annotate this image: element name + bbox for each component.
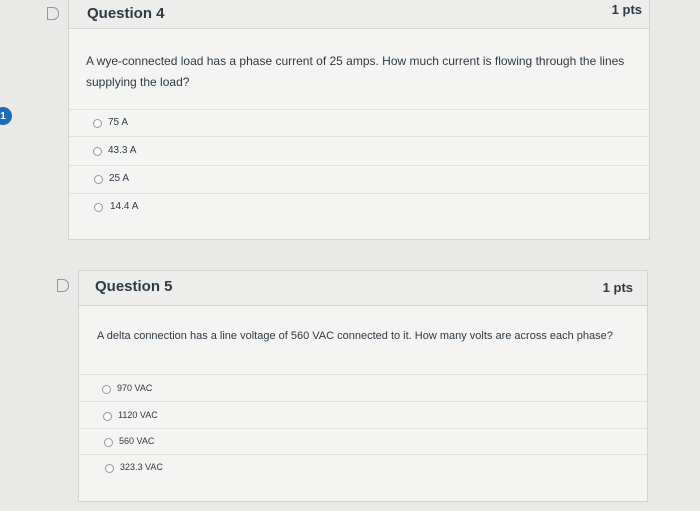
question-4-title: Question 4 (87, 5, 165, 22)
question-5-text: A delta connection has a line voltage of… (97, 330, 613, 342)
answer-label: 14.4 A (110, 201, 139, 212)
answer-label: 25 A (109, 173, 130, 184)
unanswered-count-badge: 1 (0, 107, 12, 125)
question-4-answer-1[interactable]: 75 A (69, 109, 649, 137)
question-4-answer-3[interactable]: 25 A (69, 165, 649, 193)
answer-radio[interactable] (93, 119, 102, 128)
question-5-title: Question 5 (95, 278, 173, 295)
question-5-answer-4[interactable]: 323.3 VAC (79, 454, 647, 482)
answer-label: 560 VAC (119, 436, 155, 446)
answer-label: 1120 VAC (118, 410, 158, 420)
question-5-header: Question 5 1 pts (79, 271, 647, 306)
question-4-card: Question 4 1 pts A wye-connected load ha… (68, 0, 650, 240)
answer-radio[interactable] (103, 412, 112, 421)
answer-radio[interactable] (94, 203, 103, 212)
answer-radio[interactable] (104, 438, 113, 447)
question-4-points: 1 pts (611, 2, 642, 17)
question-4-text: A wye-connected load has a phase current… (86, 54, 625, 89)
question-5-points: 1 pts (602, 280, 633, 295)
question-4-answer-4[interactable]: 14.4 A (69, 193, 649, 221)
answer-label: 323.3 VAC (120, 462, 163, 472)
question-5-answer-2[interactable]: 1120 VAC (79, 401, 647, 429)
answer-radio[interactable] (105, 464, 114, 473)
question-5-answer-3[interactable]: 560 VAC (79, 428, 647, 456)
answer-radio[interactable] (93, 147, 102, 156)
answer-radio[interactable] (94, 175, 103, 184)
question-4-answer-2[interactable]: 43.3 A (69, 136, 649, 164)
answer-label: 970 VAC (117, 383, 153, 393)
flag-question-5-icon[interactable] (57, 279, 69, 292)
question-4-header: Question 4 1 pts (69, 0, 649, 29)
answer-label: 75 A (108, 117, 129, 128)
answer-radio[interactable] (102, 385, 111, 394)
question-5-answer-1[interactable]: 970 VAC (79, 374, 647, 402)
flag-question-4-icon[interactable] (47, 7, 59, 20)
question-5-card: Question 5 1 pts A delta connection has … (78, 270, 648, 502)
answer-label: 43.3 A (108, 145, 137, 156)
